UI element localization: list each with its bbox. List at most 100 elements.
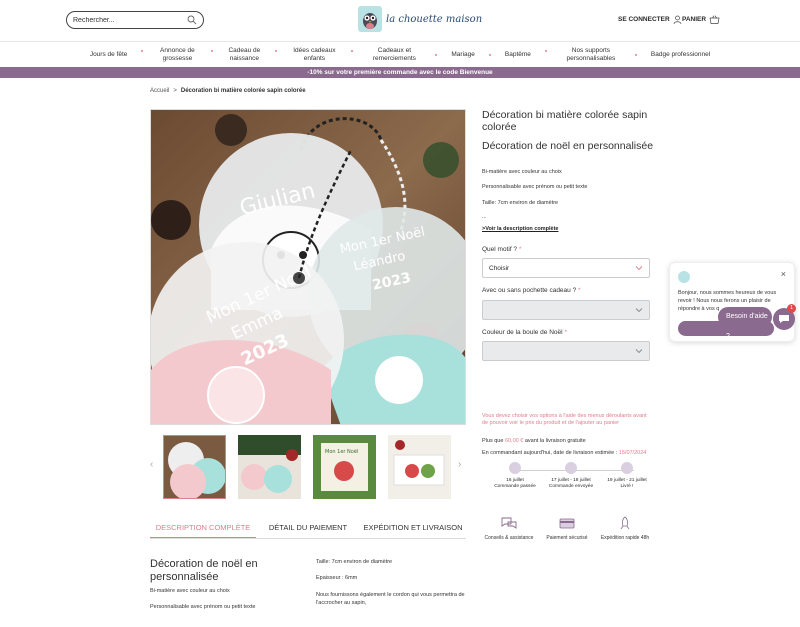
owl-logo-icon [358, 6, 382, 32]
description-cord: Nous fournissons également le cordon qui… [316, 592, 465, 606]
chevron-down-icon [635, 308, 643, 313]
required-mark: * [564, 329, 567, 336]
product-title: Décoration bi matière colorée sapin colo… [482, 109, 648, 133]
breadcrumb: Accueil > Décoration bi matière colorée … [150, 88, 306, 94]
product-feature-2: Personnalisable avec prénom ou petit tex… [482, 184, 588, 190]
description-title: Décoration de noël en personnalisée [150, 558, 258, 583]
promo-banner: -10% sur votre première commande avec le… [0, 67, 800, 78]
nav-item-cadeaux-remerciements[interactable]: Cadeaux et remerciements [351, 47, 436, 63]
product-ellipsis: ... [482, 214, 487, 220]
description-line-2: Personnalisable avec prénom ou petit tex… [150, 604, 256, 610]
delivery-estimate: En commandant aujourd'hui, date de livra… [482, 450, 646, 456]
chat-bubbles-icon [501, 517, 517, 529]
product-main-image[interactable]: Giulian Mon 1er Noël Léandro 2023 Mon 1e… [150, 109, 466, 425]
breadcrumb-separator: > [173, 88, 177, 94]
card-icon [559, 518, 575, 529]
thumbnail-4[interactable] [388, 435, 451, 499]
chevron-down-icon [635, 349, 643, 354]
basket-icon [709, 15, 720, 24]
motif-label: Quel motif ? * [482, 246, 521, 253]
step-delivered: 19 juillet - 21 juillet Livré ! [602, 462, 652, 490]
chat-avatar [678, 271, 690, 283]
options-warning: Vous devez choisir vos options à l'aide … [482, 413, 647, 426]
required-mark: * [578, 287, 581, 294]
step-ordered-label: Commande passée [494, 484, 536, 489]
search-icon[interactable] [187, 15, 197, 25]
nav-item-supports-personnalisables[interactable]: Nos supports personnalisables [544, 47, 636, 63]
cart-label: PANIER [682, 16, 707, 23]
motif-select-value: Choisir [489, 265, 510, 272]
nav-item-bapteme[interactable]: Baptême [488, 51, 546, 59]
chevron-right-icon[interactable]: › [458, 459, 461, 470]
tab-shipping[interactable]: EXPÉDITION ET LIVRAISON [360, 515, 466, 538]
help-button[interactable]: Besoin d'aide ? [718, 307, 772, 340]
couleur-label-text: Couleur de la boule de Noël [482, 329, 563, 336]
logo-text: la chouette maison [386, 13, 483, 25]
main-navigation: Jours de fête Annonce de grossesse Cadea… [0, 42, 800, 67]
step-delivered-label: Livré ! [620, 484, 634, 489]
product-subtitle: Décoration de noël en personnalisée [482, 140, 654, 152]
nav-item-cadeau-naissance[interactable]: Cadeau de naissance [211, 47, 276, 63]
required-mark: * [518, 246, 522, 253]
notification-badge: 1 [787, 304, 796, 313]
delivery-steps: 16 juillet Commande passée 17 juillet - … [490, 462, 660, 502]
thumbnail-3[interactable]: Mon 1er Noël [313, 435, 376, 499]
site-header: la chouette maison SE CONNECTER PANIER [0, 0, 800, 42]
step-shipped: 17 juillet - 18 juillet Commande envoyée [546, 462, 596, 490]
nav-item-idees-cadeaux-enfants[interactable]: Idées cadeaux enfants [275, 47, 352, 63]
free-shipping-info: Plus que 60,00 € avant la livraison grat… [482, 438, 586, 444]
description-thickness: Epaisseur : 6mm [316, 575, 358, 581]
product-feature-3: Taille: 7cm environ de diamètre [482, 200, 559, 206]
delivery-prefix: En commandant aujourd'hui, date de livra… [482, 450, 618, 456]
product-feature-1: Bi-matière avec couleur au choix [482, 169, 562, 175]
search-input[interactable] [73, 16, 183, 24]
feature-payment: Paiement sécurisé [542, 516, 592, 541]
nav-item-mariage[interactable]: Mariage [435, 51, 489, 59]
description-size: Taille: 7cm environ de diamètre [316, 559, 393, 565]
breadcrumb-current: Décoration bi matière colorée sapin colo… [180, 88, 306, 94]
thumbnail-2[interactable] [238, 435, 301, 499]
login-link[interactable]: SE CONNECTER [618, 15, 682, 24]
product-thumbnails: ‹ Mon 1er Noël › [150, 433, 466, 501]
free-shipping-prefix: Plus que [482, 438, 504, 444]
chevron-left-icon[interactable]: ‹ [150, 459, 153, 470]
motif-label-text: Quel motif ? [482, 246, 518, 253]
nav-item-annonce-grossesse[interactable]: Annonce de grossesse [141, 47, 212, 63]
couleur-select[interactable] [482, 341, 650, 361]
step-ordered: 16 juillet Commande passée [490, 462, 540, 490]
box-step-icon [621, 462, 633, 474]
tab-description[interactable]: DESCRIPTION COMPLÈTE [150, 515, 256, 538]
pochette-select[interactable] [482, 300, 650, 320]
breadcrumb-home[interactable]: Accueil [150, 88, 169, 94]
motif-select[interactable]: Choisir [482, 258, 650, 278]
chevron-down-icon [635, 266, 643, 271]
feature-shipping-label: Expédition rapide 48h [600, 535, 650, 541]
cart-link[interactable]: PANIER [682, 15, 720, 24]
nav-item-badge-professionnel[interactable]: Badge professionnel [634, 51, 725, 59]
thumbnail-3-text: Mon 1er Noël [325, 449, 358, 455]
feature-assistance-label: Conseils & assistance [484, 535, 534, 541]
login-label: SE CONNECTER [618, 16, 670, 23]
user-icon [673, 15, 682, 24]
feature-payment-label: Paiement sécurisé [546, 535, 588, 541]
nav-item-jours-de-fete[interactable]: Jours de fête [75, 51, 143, 59]
see-full-description-link[interactable]: >Voir la description complète [482, 226, 558, 232]
free-shipping-amount: 60,00 € [504, 438, 524, 444]
step-shipped-label: Commande envoyée [548, 484, 594, 489]
site-logo[interactable]: la chouette maison [358, 6, 482, 32]
delivery-date: 15/07/2024 [618, 450, 647, 456]
description-line-1: Bi-matière avec couleur au choix [150, 588, 230, 594]
product-tabs: DESCRIPTION COMPLÈTE DÉTAIL DU PAIEMENT … [150, 515, 466, 539]
cart-step-icon [509, 462, 521, 474]
product-photo: Giulian Mon 1er Noël Léandro 2023 Mon 1e… [151, 110, 465, 424]
rocket-icon [620, 516, 630, 530]
couleur-label: Couleur de la boule de Noël * [482, 329, 567, 336]
search-bar[interactable] [66, 11, 204, 29]
feature-shipping: Expédition rapide 48h [600, 516, 650, 541]
pochette-label: Avec ou sans pochette cadeau ? * [482, 287, 581, 294]
close-icon[interactable]: × [781, 269, 786, 279]
chat-popup: × Bonjour, nous sommes heureux de vous r… [669, 262, 795, 342]
thumbnail-1[interactable] [163, 435, 226, 499]
pochette-label-text: Avec ou sans pochette cadeau ? [482, 287, 577, 294]
tab-payment[interactable]: DÉTAIL DU PAIEMENT [256, 515, 360, 538]
